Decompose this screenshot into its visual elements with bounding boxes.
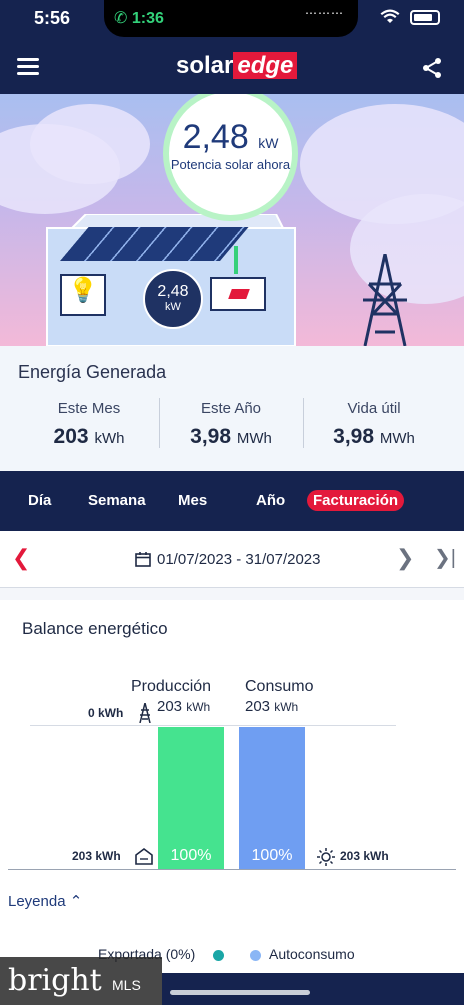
energy-generated-card: Energía Generada Este Mes 203 kWh Este A… [0, 346, 464, 471]
stat-label: Vida útil [347, 400, 401, 417]
solar-power-value: 2,48 [182, 118, 249, 156]
last-period-button[interactable]: ❯| [434, 545, 456, 570]
menu-icon[interactable] [17, 58, 39, 76]
production-number: 203 [157, 698, 183, 715]
battery-icon [410, 9, 440, 25]
dynamic-island: ✆ 1:36 ⋯⋯⋯ [104, 0, 358, 37]
status-icons [380, 9, 440, 25]
legend-title: Leyenda [8, 893, 66, 910]
consumption-label: Consumo [245, 678, 314, 695]
logo-edge: edge [233, 52, 298, 79]
previous-period-button[interactable]: ❮ [12, 545, 30, 571]
share-icon[interactable] [420, 56, 444, 80]
power-tower-icon [139, 703, 151, 723]
tab-year[interactable]: Año [256, 492, 285, 509]
status-bar: 5:56 ✆ 1:36 ⋯⋯⋯ [0, 0, 464, 40]
solaredge-logo: solar edge [176, 52, 298, 80]
tab-billing[interactable]: Facturación [307, 490, 405, 511]
next-period-button[interactable]: ❯ [396, 545, 414, 571]
stat-unit: MWh [236, 430, 272, 447]
production-label: Producción [131, 678, 212, 695]
production-value: 203 kWh [157, 698, 210, 715]
legend-dot [213, 949, 225, 961]
self-consumption-left: 203 kWh [72, 849, 121, 863]
stat-unit: MWh [379, 430, 415, 447]
status-time: 5:56 [34, 8, 71, 28]
inverter-badge: 2,48 kW [143, 269, 203, 329]
date-range[interactable]: 01/07/2023 - 31/07/2023 [157, 551, 320, 568]
stat-value: 3,98 [333, 425, 375, 448]
legend-toggle[interactable]: Leyenda ⌃ [8, 892, 82, 910]
tab-week[interactable]: Semana [88, 492, 146, 509]
legend-label: Autoconsumo [269, 946, 355, 962]
date-navigation: ❮ 01/07/2023 - 31/07/2023 ❯ ❯| [0, 531, 464, 588]
balance-title: Balance energético [22, 619, 168, 638]
inverter-unit: kW [165, 301, 181, 313]
consumption-unit: kWh [274, 700, 299, 714]
tab-month[interactable]: Mes [178, 492, 207, 509]
brightmls-watermark: bright MLS [0, 957, 162, 1005]
stat-this-year: Este Año 3,98 MWh [161, 400, 301, 449]
call-time: 1:36 [131, 10, 164, 27]
legend-dot [250, 949, 261, 961]
grid-meter-icon [210, 277, 266, 311]
solar-power-label: Potencia solar ahora [170, 157, 291, 172]
period-tabs: Día Semana Mes Año Facturación [0, 471, 464, 531]
stat-label: Este Año [200, 400, 262, 417]
production-unit: kWh [186, 700, 211, 714]
watermark-brand: bright [8, 963, 102, 998]
grid-export-value: 0 kWh [88, 706, 124, 720]
stat-label: Este Mes [57, 400, 121, 417]
production-percent: 100% [170, 847, 212, 864]
logo-solar: solar [176, 52, 234, 79]
calendar-icon[interactable] [135, 551, 151, 567]
lightbulb-icon: 💡 [60, 274, 106, 316]
bottom-bar [162, 973, 464, 1005]
chart-top-line [30, 725, 396, 726]
stat-unit: kWh [94, 430, 125, 447]
power-tower-icon [363, 254, 407, 346]
sun-icon [317, 848, 335, 866]
chevron-up-icon: ⌃ [69, 893, 83, 910]
consumption-bar[interactable]: 100% [239, 727, 305, 869]
consumption-number: 203 [245, 698, 271, 715]
wifi-icon [380, 9, 400, 23]
stat-this-month: Este Mes 203 kWh [19, 400, 159, 449]
call-indicator[interactable]: ✆ 1:36 [114, 8, 164, 28]
watermark-suffix: MLS [112, 977, 141, 993]
chart-axis [8, 869, 456, 870]
home-indicator[interactable] [170, 990, 310, 995]
solar-power-bubble: 2,48 kW Potencia solar ahora [163, 94, 298, 221]
stat-lifetime: Vida útil 3,98 MWh [304, 400, 444, 449]
solar-power-unit: kW [258, 135, 279, 151]
solar-hero: 💡 2,48 kW 2,48 kW Potencia solar ahora [0, 94, 464, 346]
production-bar[interactable]: 100% [158, 727, 224, 869]
waveform-icon: ⋯⋯⋯ [305, 6, 344, 20]
energy-title: Energía Generada [18, 362, 167, 382]
legend-item-autoconsumo: Autoconsumo [250, 946, 355, 962]
section-divider [0, 588, 464, 600]
consumption-value: 203 kWh [245, 698, 298, 715]
house-icon [135, 848, 153, 865]
tab-day[interactable]: Día [28, 492, 51, 509]
self-consumption-right: 203 kWh [340, 849, 389, 863]
stat-value: 203 [53, 425, 89, 448]
stat-value: 3,98 [190, 425, 232, 448]
app-header: solar edge [0, 40, 464, 94]
solar-panel [60, 227, 249, 261]
inverter-value: 2,48 [157, 283, 189, 300]
consumption-percent: 100% [251, 847, 293, 864]
